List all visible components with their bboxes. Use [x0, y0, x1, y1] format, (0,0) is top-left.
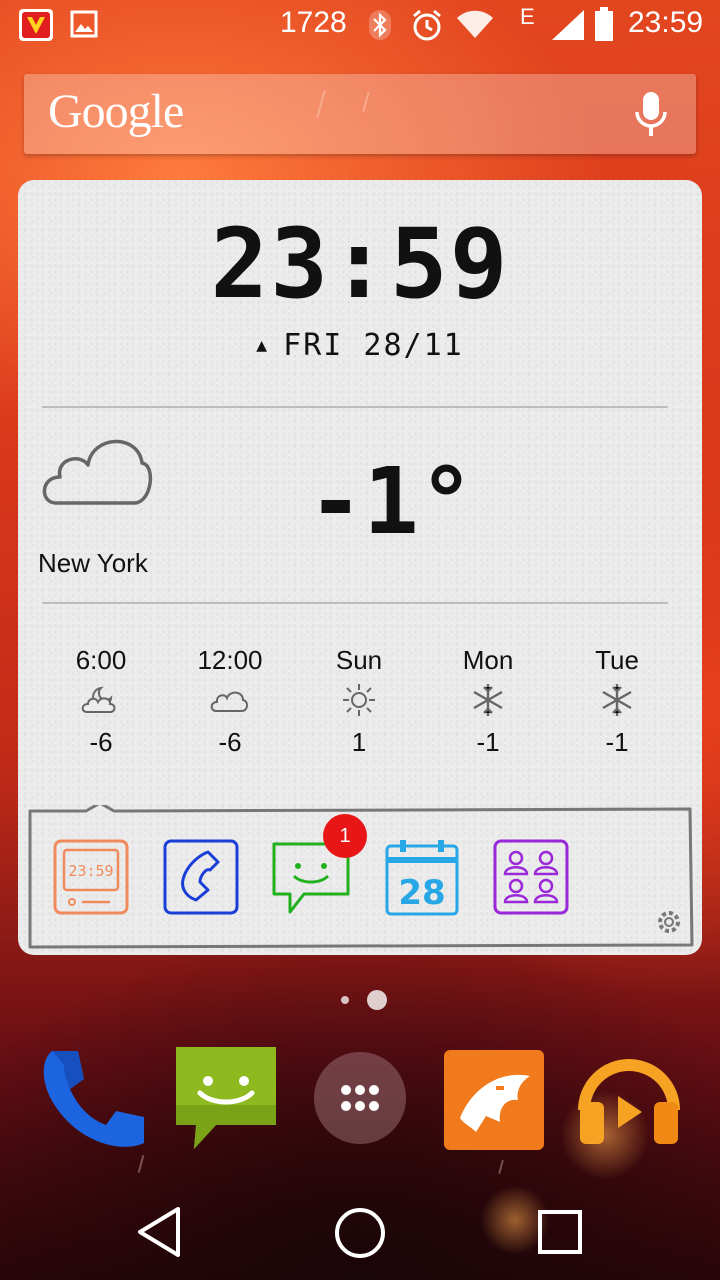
- page-indicator-dot: [341, 996, 349, 1004]
- recents-button[interactable]: [537, 1209, 583, 1259]
- google-search-bar[interactable]: Google: [24, 74, 696, 154]
- google-logo: Google: [48, 85, 184, 138]
- page-indicator-dot-active: [367, 990, 387, 1010]
- calendar-app-icon[interactable]: 28: [384, 838, 460, 922]
- widget-date-row: ▲ FRI 28/11: [18, 328, 702, 363]
- divider: [42, 602, 668, 604]
- image-notification-icon: [70, 10, 98, 42]
- forecast-label: 6:00: [75, 645, 127, 675]
- forecast-item: 6:00 -6: [36, 645, 166, 758]
- cloud-icon: [165, 679, 295, 721]
- alarm-icon: [410, 8, 444, 46]
- calendar-app-date: 28: [398, 873, 445, 913]
- play-music-icon[interactable]: [574, 1040, 684, 1154]
- back-button[interactable]: [134, 1205, 184, 1263]
- partly-cloudy-night-icon: [36, 679, 166, 721]
- phone-icon[interactable]: [38, 1045, 148, 1159]
- forecast-item: Sun 1: [294, 645, 424, 758]
- gear-icon[interactable]: [654, 907, 684, 941]
- messaging-icon[interactable]: [172, 1045, 280, 1157]
- battery-icon: [594, 6, 614, 46]
- network-type: E: [520, 4, 535, 29]
- forecast-item: Mon -1: [423, 645, 553, 758]
- home-button[interactable]: [334, 1207, 386, 1263]
- mic-icon[interactable]: [634, 90, 668, 142]
- status-time: 23:59: [628, 6, 704, 39]
- cm-browser-icon[interactable]: [442, 1048, 546, 1156]
- clock-app-icon[interactable]: 23:59: [52, 838, 130, 920]
- forecast-label: Sun: [335, 645, 383, 675]
- messages-unread-badge: 1: [323, 814, 367, 858]
- sun-icon: [294, 679, 424, 721]
- snowflake-icon: [552, 679, 682, 721]
- divider: [42, 406, 668, 408]
- forecast-label: 12:00: [197, 645, 263, 675]
- forecast-item: Tue -1: [552, 645, 682, 758]
- cloud-icon: [38, 425, 153, 514]
- widget-clock-time[interactable]: 23:59: [18, 208, 702, 320]
- forecast-value: -1: [476, 727, 500, 757]
- forecast-value: -6: [218, 727, 242, 757]
- weather-city: New York: [38, 548, 148, 578]
- app-drawer-icon[interactable]: [312, 1050, 408, 1150]
- forecast-value: -6: [89, 727, 113, 757]
- forecast-item: 12:00 -6: [165, 645, 295, 758]
- forecast-value: 1: [351, 727, 367, 757]
- wallpaper-streak: [498, 1159, 504, 1175]
- forecast-label: Tue: [595, 645, 639, 675]
- weather-temperature: -1°: [308, 448, 475, 555]
- phone-app-icon[interactable]: [162, 838, 240, 920]
- forecast-label: Mon: [462, 645, 514, 675]
- clock-app-time: 23:59: [68, 862, 113, 880]
- alarm-icon: ▲: [256, 335, 270, 356]
- snowflake-icon: [423, 679, 553, 721]
- widget-date: FRI 28/11: [283, 328, 464, 363]
- clock-weather-widget[interactable]: 23:59 ▲ FRI 28/11 New York -1° 6:00 -6 12…: [18, 180, 702, 955]
- shield-app-notification-icon: [18, 8, 54, 46]
- status-bar: 1728 E 23:59: [0, 0, 720, 50]
- notification-count: 1728: [280, 6, 347, 39]
- forecast-value: -1: [605, 727, 629, 757]
- wifi-icon: [455, 8, 495, 44]
- bluetooth-icon: [368, 9, 392, 45]
- signal-icon: [550, 8, 586, 46]
- contacts-app-icon[interactable]: [492, 838, 570, 920]
